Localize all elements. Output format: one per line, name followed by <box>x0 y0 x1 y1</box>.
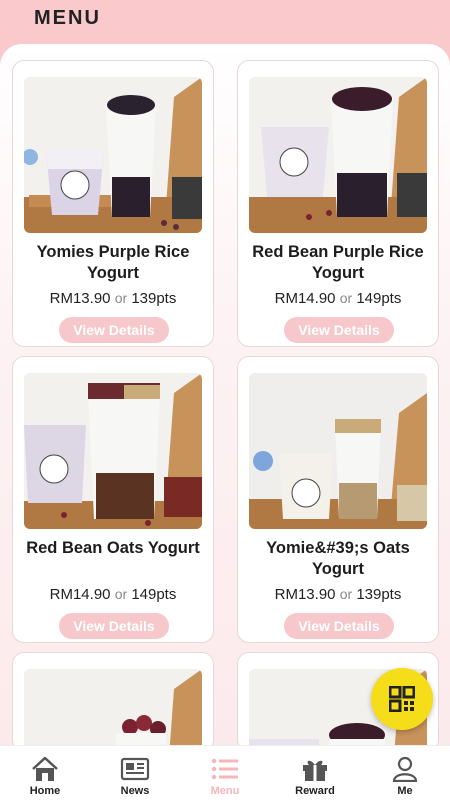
product-name: Yomies Purple Rice Yogurt <box>36 243 190 282</box>
points-value: 149pts <box>356 290 402 307</box>
product-card[interactable]: Yomie&#39;s Oats Yogurt RM13.90 or 139pt… <box>237 356 439 643</box>
nav-label-news: News <box>120 785 150 797</box>
price-or: or <box>339 290 353 306</box>
bottom-navigation: Home News Menu Reward Me <box>0 745 450 800</box>
nav-label-home: Home <box>29 785 61 797</box>
gift-icon <box>303 760 327 781</box>
product-name: Yomie&#39;s Oats Yogurt <box>266 539 410 578</box>
nav-item-reward[interactable]: Reward <box>270 746 360 800</box>
product-price: RM13.90 or 139pts <box>238 586 438 603</box>
page-title: MENU <box>34 7 101 29</box>
home-icon <box>32 756 58 781</box>
price-or: or <box>114 290 128 306</box>
price-or: or <box>339 586 353 602</box>
product-card[interactable]: Red Bean Purple Rice Yogurt RM14.90 or 1… <box>237 60 439 347</box>
points-value: 149pts <box>131 586 177 603</box>
price-value: RM13.90 <box>274 586 336 603</box>
price-value: RM14.90 <box>274 290 336 307</box>
price-value: RM14.90 <box>49 586 111 603</box>
product-image <box>249 77 427 233</box>
nav-label-menu: Menu <box>210 785 240 797</box>
nav-label-me: Me <box>397 785 413 797</box>
view-details-button[interactable]: View Details <box>59 317 169 343</box>
price-or: or <box>114 586 128 602</box>
menu-list-icon <box>211 758 238 780</box>
app-header: MENU <box>0 0 450 46</box>
product-grid: Yomies Purple Rice Yogurt RM13.90 or 139… <box>12 60 439 800</box>
product-price: RM14.90 or 149pts <box>238 290 438 307</box>
product-name: Red Bean Purple Rice Yogurt <box>252 243 424 282</box>
product-price: RM13.90 or 139pts <box>13 290 213 307</box>
product-price: RM14.90 or 149pts <box>13 586 213 603</box>
product-card[interactable]: Yomies Purple Rice Yogurt RM13.90 or 139… <box>12 60 214 347</box>
product-image <box>24 77 202 233</box>
product-card[interactable]: Red Bean Oats Yogurt RM14.90 or 149pts V… <box>12 356 214 643</box>
news-icon <box>120 757 150 781</box>
view-details-button[interactable]: View Details <box>284 613 394 639</box>
nav-item-menu[interactable]: Menu <box>180 746 270 800</box>
points-value: 139pts <box>131 290 177 307</box>
qr-code-button[interactable] <box>371 668 433 730</box>
nav-label-reward: Reward <box>295 785 335 797</box>
product-name: Red Bean Oats Yogurt <box>26 539 200 557</box>
product-image <box>24 373 202 529</box>
qr-code-icon <box>389 686 415 712</box>
points-value: 139pts <box>356 586 402 603</box>
nav-item-home[interactable]: Home <box>0 746 90 800</box>
product-image <box>249 373 427 529</box>
product-card[interactable] <box>12 652 214 800</box>
view-details-button[interactable]: View Details <box>284 317 394 343</box>
view-details-button[interactable]: View Details <box>59 613 169 639</box>
nav-item-me[interactable]: Me <box>360 746 450 800</box>
nav-item-news[interactable]: News <box>90 746 180 800</box>
price-value: RM13.90 <box>49 290 111 307</box>
user-icon <box>392 756 418 782</box>
